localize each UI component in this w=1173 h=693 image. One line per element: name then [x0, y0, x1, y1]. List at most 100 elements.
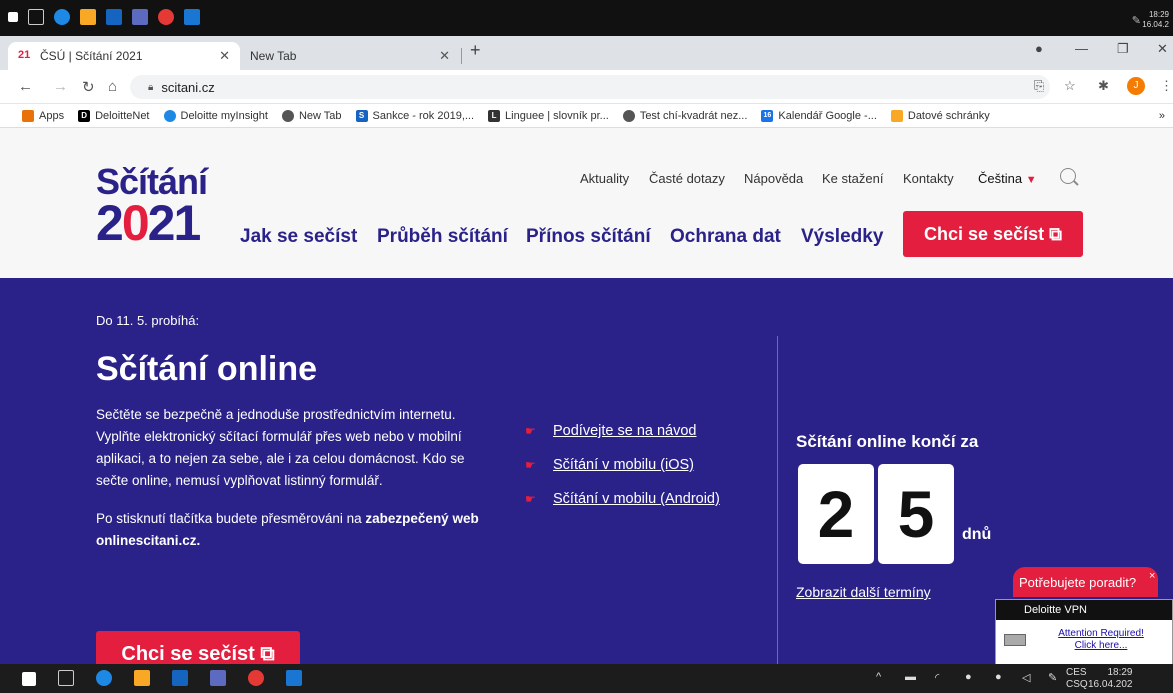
home-icon[interactable]: ⌂ — [108, 78, 117, 95]
volume-icon[interactable]: ◁ — [1022, 671, 1030, 684]
more-bookmarks-chevron-icon[interactable]: » — [1159, 110, 1165, 122]
forward-arrow-icon[interactable]: → — [53, 78, 68, 95]
toplink-napoveda[interactable]: Nápověda — [744, 171, 803, 186]
logo-year[interactable]: 2021 — [96, 194, 201, 252]
new-tab-plus-icon[interactable]: + — [470, 40, 481, 61]
chrome-icon[interactable] — [158, 9, 174, 25]
network-icon[interactable]: ▬ — [905, 671, 916, 683]
logo-digit: 1 — [173, 195, 201, 251]
pinned-apps — [8, 9, 200, 25]
taskbar-clock[interactable]: 18:29 16.04.202 — [1088, 667, 1133, 691]
input-language[interactable]: CES CSQ — [1066, 667, 1088, 691]
link-navod[interactable]: ☛ Podívejte se na návod — [525, 414, 720, 448]
minimize-icon[interactable]: — — [1075, 41, 1088, 56]
restore-icon[interactable]: ❐ — [1117, 41, 1129, 57]
globe-icon — [281, 109, 294, 122]
teams-icon[interactable] — [132, 9, 148, 25]
bookmark-chi-test[interactable]: Test chí-kvadrát nez... — [622, 109, 747, 122]
edge-icon[interactable] — [96, 670, 112, 686]
extensions-icon[interactable]: ✱ — [1098, 78, 1109, 94]
teams-icon[interactable] — [210, 670, 226, 686]
outlook-icon[interactable] — [172, 670, 188, 686]
bookmark-star-icon[interactable]: ☆ — [1064, 78, 1076, 94]
wifi-icon[interactable]: ◜ — [935, 671, 939, 684]
pen-icon: ✎ — [1131, 15, 1141, 27]
bookmark-deloittenet[interactable]: D DeloitteNet — [78, 109, 150, 122]
vpn-title: Deloitte VPN — [996, 600, 1172, 620]
close-tab-icon[interactable]: ✕ — [219, 48, 230, 64]
chrome-icon[interactable] — [248, 670, 264, 686]
bookmark-apps[interactable]: Apps — [22, 109, 65, 122]
lock-icon: 🔒︎ — [148, 81, 154, 93]
language-select[interactable]: Čeština ▼ — [978, 171, 1037, 186]
countdown-unit: dnů — [962, 526, 992, 543]
chevron-up-icon[interactable]: ^ — [876, 671, 881, 683]
lang-secondary: CSQ — [1066, 679, 1088, 690]
toplink-caste-dotazy[interactable]: Časté dotazy — [649, 171, 725, 186]
app-tray-icon-2[interactable]: ● — [995, 671, 1002, 683]
windows-start-icon[interactable] — [22, 672, 36, 686]
bookmark-label: Linguee | slovník pr... — [505, 109, 609, 122]
close-tab-icon[interactable]: ✕ — [439, 48, 450, 64]
windows-start-icon[interactable] — [8, 12, 18, 22]
bookmark-google-calendar[interactable]: 16 Kalendář Google -... — [761, 109, 877, 122]
task-view-icon[interactable] — [58, 670, 74, 686]
nav-vysledky[interactable]: Výsledky — [801, 226, 883, 248]
close-help-icon[interactable]: × — [1149, 570, 1155, 582]
chci-se-secist-hero-button[interactable]: Chci se sečíst ⧉ — [96, 631, 300, 664]
bookmark-label: Apps — [39, 109, 65, 122]
nav-ochrana-dat[interactable]: Ochrana dat — [670, 226, 781, 248]
link-label: Sčítání v mobilu (Android) — [553, 491, 720, 507]
site-header: Sčítání 2021 Aktuality Časté dotazy Nápo… — [0, 128, 1173, 278]
m-app-icon[interactable] — [286, 670, 302, 686]
bookmark-linguee[interactable]: L Linguee | slovník pr... — [488, 109, 609, 122]
pen-icon[interactable]: ✎ — [1048, 671, 1057, 684]
pointing-hand-icon: ☛ — [525, 458, 536, 472]
tab-title: New Tab — [250, 49, 297, 63]
clock-time: 18:29 — [1107, 667, 1133, 678]
file-explorer-icon[interactable] — [80, 9, 96, 25]
profile-dot-icon[interactable]: ● — [1035, 41, 1043, 56]
url-input[interactable]: 🔒︎ scitani.cz — [130, 75, 1050, 99]
reload-icon[interactable]: ↻ — [82, 78, 95, 96]
task-view-icon[interactable] — [28, 9, 44, 25]
bookmark-datove-schranky[interactable]: Datové schránky — [890, 109, 990, 122]
redirect-note: Po stisknutí tlačítka budete přesměrován… — [96, 508, 516, 552]
app-tray-icon[interactable]: ● — [965, 671, 972, 683]
file-explorer-icon[interactable] — [134, 670, 150, 686]
search-icon[interactable] — [1060, 168, 1076, 184]
m-app-icon[interactable] — [184, 9, 200, 25]
bookmark-label: Deloitte myInsight — [180, 109, 268, 122]
logo-digit: 2 — [96, 195, 124, 251]
bookmark-label: DeloitteNet — [95, 109, 150, 122]
chci-se-secist-button[interactable]: Chci se sečíst ⧉ — [903, 211, 1083, 257]
edge-icon[interactable] — [54, 9, 70, 25]
more-dates-link[interactable]: Zobrazit další termíny — [796, 584, 931, 600]
translate-icon[interactable]: ⎘ — [1034, 78, 1044, 94]
bookmark-new-tab[interactable]: New Tab — [281, 109, 342, 122]
nav-prinos-scitani[interactable]: Přínos sčítání — [526, 226, 651, 248]
bookmark-label: New Tab — [298, 109, 342, 122]
bookmark-myinsight[interactable]: Deloitte myInsight — [163, 109, 268, 122]
nav-prubeh-scitani[interactable]: Průběh sčítání — [377, 226, 508, 248]
link-ios[interactable]: ☛ Sčítání v mobilu (iOS) — [525, 448, 720, 482]
menu-kebab-icon[interactable]: ⋮ — [1160, 78, 1173, 94]
tab-new-tab[interactable]: New Tab ✕ — [240, 42, 462, 70]
bookmark-sankce[interactable]: S Sankce - rok 2019,... — [355, 109, 474, 122]
toplink-aktuality[interactable]: Aktuality — [580, 171, 629, 186]
vpn-attention-link[interactable]: Attention Required! Click here... — [1046, 628, 1156, 652]
hero-description: Sečtěte se bezpečně a jednoduše prostřed… — [96, 407, 465, 488]
toplink-kontakty[interactable]: Kontakty — [903, 171, 954, 186]
toplink-ke-stazeni[interactable]: Ke stažení — [822, 171, 883, 186]
nav-jak-se-secist[interactable]: Jak se sečíst — [240, 226, 357, 248]
tab-scitani[interactable]: 21 ČSÚ | Sčítání 2021 ✕ — [8, 42, 240, 70]
pointing-hand-icon: ☛ — [525, 492, 536, 506]
profile-avatar[interactable]: J — [1127, 77, 1145, 95]
close-window-icon[interactable]: ✕ — [1157, 41, 1168, 57]
back-arrow-icon[interactable]: ← — [18, 78, 33, 95]
outlook-icon[interactable] — [106, 9, 122, 25]
linguee-icon: L — [488, 109, 501, 122]
insight-icon — [163, 109, 176, 122]
link-android[interactable]: ☛ Sčítání v mobilu (Android) — [525, 482, 720, 516]
help-chat-button[interactable]: Potřebujete poradit? — [1013, 567, 1158, 597]
